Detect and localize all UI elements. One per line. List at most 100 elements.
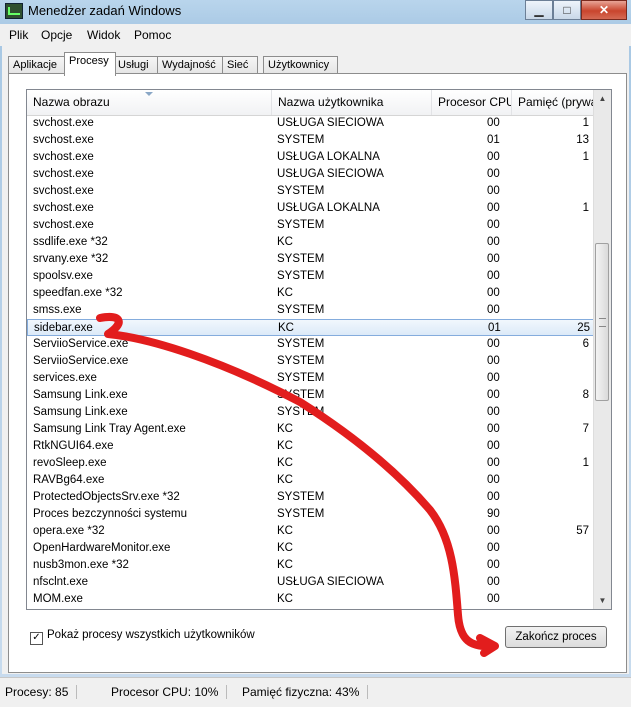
- minimize-icon[interactable]: ▁: [525, 0, 553, 20]
- process-user-cell: SYSTEM: [277, 372, 325, 384]
- process-memory-cell: 13: [576, 134, 589, 146]
- process-cpu-cell: 00: [487, 185, 500, 197]
- process-user-cell: SYSTEM: [277, 355, 325, 367]
- process-cpu-cell: 00: [487, 151, 500, 163]
- column-memory[interactable]: Pamięć (prywa: [512, 90, 594, 115]
- menu-plik[interactable]: Plik: [9, 28, 28, 42]
- process-cpu-cell: 00: [487, 372, 500, 384]
- table-row[interactable]: speedfan.exe *32 KC 00: [27, 285, 595, 302]
- status-bar: Procesy: 85 Procesor CPU: 10% Pamięć fiz…: [0, 677, 631, 707]
- process-name-cell: sidebar.exe: [34, 322, 93, 334]
- process-name-cell: Samsung Link.exe: [33, 406, 128, 418]
- status-memory: Pamięć fizyczna: 43%: [242, 685, 369, 699]
- process-name-cell: MOM.exe: [33, 593, 83, 605]
- process-name-cell: RtkNGUI64.exe: [33, 440, 114, 452]
- process-user-cell: SYSTEM: [277, 389, 325, 401]
- table-row[interactable]: MOM.exe KC 00: [27, 591, 595, 608]
- column-cpu[interactable]: Procesor CPU: [432, 90, 512, 115]
- table-row[interactable]: svchost.exe SYSTEM 01 13: [27, 132, 595, 149]
- table-row[interactable]: ServiioService.exe SYSTEM 00: [27, 353, 595, 370]
- process-cpu-cell: 00: [487, 423, 500, 435]
- process-name-cell: Proces bezczynności systemu: [33, 508, 188, 520]
- table-row[interactable]: ServiioService.exe SYSTEM 00 6: [27, 336, 595, 353]
- table-row[interactable]: sidebar.exe KC 01 25: [27, 319, 595, 336]
- scroll-down-icon[interactable]: ▼: [594, 592, 611, 609]
- process-name-cell: svchost.exe: [33, 168, 94, 180]
- table-row[interactable]: OpenHardwareMonitor.exe KC 00: [27, 540, 595, 557]
- menu-opcje[interactable]: Opcje: [41, 28, 72, 42]
- menu-widok[interactable]: Widok: [87, 28, 120, 42]
- process-user-cell: SYSTEM: [277, 338, 325, 350]
- process-user-cell: KC: [277, 236, 293, 248]
- table-row[interactable]: revoSleep.exe KC 00 1: [27, 455, 595, 472]
- table-row[interactable]: RAVBg64.exe KC 00: [27, 472, 595, 489]
- table-row[interactable]: svchost.exe USŁUGA SIECIOWA 00 1: [27, 115, 595, 132]
- process-cpu-cell: 00: [487, 542, 500, 554]
- process-user-cell: SYSTEM: [277, 134, 325, 146]
- process-name-cell: ServiioService.exe: [33, 338, 129, 350]
- process-name-cell: svchost.exe: [33, 134, 94, 146]
- process-user-cell: KC: [277, 542, 293, 554]
- process-user-cell: USŁUGA LOKALNA: [277, 151, 380, 163]
- tab-procesy[interactable]: Procesy: [64, 52, 116, 76]
- process-cpu-cell: 00: [487, 355, 500, 367]
- table-row[interactable]: smss.exe SYSTEM 00: [27, 302, 595, 319]
- table-row[interactable]: Samsung Link Tray Agent.exe KC 00 7: [27, 421, 595, 438]
- process-list[interactable]: Nazwa obrazu Nazwa użytkownika Procesor …: [26, 89, 612, 610]
- table-row[interactable]: srvany.exe *32 SYSTEM 00: [27, 251, 595, 268]
- table-row[interactable]: svchost.exe SYSTEM 00: [27, 217, 595, 234]
- process-name-cell: svchost.exe: [33, 185, 94, 197]
- process-name-cell: svchost.exe: [33, 151, 94, 163]
- table-row[interactable]: services.exe SYSTEM 00: [27, 370, 595, 387]
- process-user-cell: USŁUGA SIECIOWA: [277, 576, 384, 588]
- end-process-button[interactable]: Zakończ proces: [505, 626, 607, 648]
- task-manager-app-icon: [5, 3, 23, 19]
- table-row[interactable]: ssdlife.exe *32 KC 00: [27, 234, 595, 251]
- column-user-name[interactable]: Nazwa użytkownika: [272, 90, 432, 115]
- table-row[interactable]: nusb3mon.exe *32 KC 00: [27, 557, 595, 574]
- title-bar[interactable]: Menedżer zadań Windows ▁ □ ✕: [0, 0, 631, 22]
- table-row[interactable]: opera.exe *32 KC 00 57: [27, 523, 595, 540]
- process-cpu-cell: 00: [487, 559, 500, 571]
- process-cpu-cell: 00: [487, 219, 500, 231]
- show-all-users-option[interactable]: ✓ Pokaż procesy wszystkich użytkowników: [30, 629, 255, 645]
- menu-pomoc[interactable]: Pomoc: [134, 28, 171, 42]
- column-image-name[interactable]: Nazwa obrazu: [27, 90, 272, 115]
- process-name-cell: nfsclnt.exe: [33, 576, 88, 588]
- scroll-thumb[interactable]: [595, 243, 609, 401]
- process-name-cell: OpenHardwareMonitor.exe: [33, 542, 171, 554]
- process-name-cell: ProtectedObjectsSrv.exe *32: [33, 491, 180, 503]
- show-all-users-checkbox[interactable]: ✓: [30, 632, 43, 645]
- process-cpu-cell: 00: [487, 406, 500, 418]
- process-cpu-cell: 00: [487, 168, 500, 180]
- process-user-cell: KC: [277, 457, 293, 469]
- process-user-cell: SYSTEM: [277, 253, 325, 265]
- table-row[interactable]: spoolsv.exe SYSTEM 00: [27, 268, 595, 285]
- process-cpu-cell: 00: [487, 236, 500, 248]
- table-row[interactable]: ProtectedObjectsSrv.exe *32 SYSTEM 00: [27, 489, 595, 506]
- table-row[interactable]: Samsung Link.exe SYSTEM 00: [27, 404, 595, 421]
- process-name-cell: spoolsv.exe: [33, 270, 93, 282]
- table-row[interactable]: svchost.exe USŁUGA SIECIOWA 00: [27, 166, 595, 183]
- table-row[interactable]: Samsung Link.exe SYSTEM 00 8: [27, 387, 595, 404]
- process-memory-cell: 1: [582, 117, 589, 129]
- processes-panel: Nazwa obrazu Nazwa użytkownika Procesor …: [8, 73, 627, 673]
- table-row[interactable]: svchost.exe SYSTEM 00: [27, 183, 595, 200]
- process-memory-cell: 25: [577, 322, 590, 334]
- process-memory-cell: 57: [576, 525, 589, 537]
- table-row[interactable]: nfsclnt.exe USŁUGA SIECIOWA 00: [27, 574, 595, 591]
- scroll-up-icon[interactable]: ▲: [594, 90, 611, 107]
- table-row[interactable]: svchost.exe USŁUGA LOKALNA 00 1: [27, 149, 595, 166]
- show-all-users-label: Pokaż procesy wszystkich użytkowników: [47, 629, 255, 641]
- table-row[interactable]: RtkNGUI64.exe KC 00: [27, 438, 595, 455]
- process-user-cell: SYSTEM: [277, 304, 325, 316]
- table-row[interactable]: Proces bezczynności systemu SYSTEM 90: [27, 506, 595, 523]
- process-name-cell: svchost.exe: [33, 219, 94, 231]
- table-row[interactable]: svchost.exe USŁUGA LOKALNA 00 1: [27, 200, 595, 217]
- maximize-icon[interactable]: □: [553, 0, 581, 20]
- process-rows: svchost.exe USŁUGA SIECIOWA 00 1 svchost.exe…: [27, 115, 595, 609]
- task-manager-client: Aplikacje Procesy Usługi Wydajność Sieć …: [2, 46, 629, 674]
- close-icon[interactable]: ✕: [581, 0, 627, 20]
- process-cpu-cell: 00: [487, 593, 500, 605]
- vertical-scrollbar[interactable]: ▲ ▼: [593, 90, 611, 609]
